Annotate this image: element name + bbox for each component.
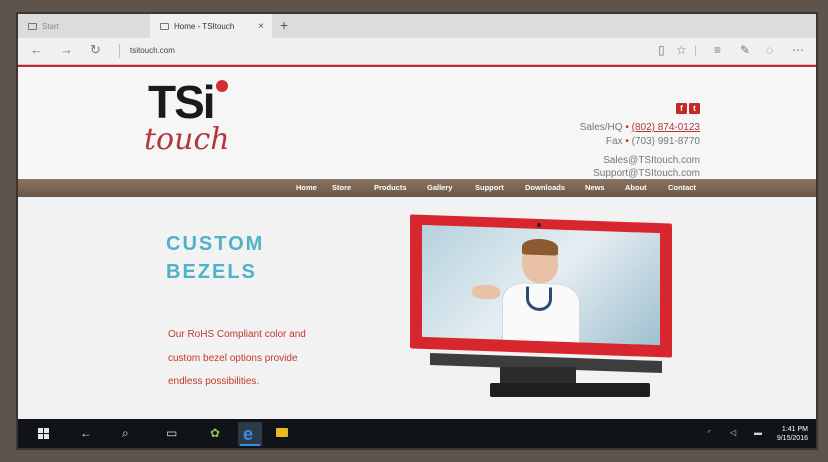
address-input[interactable]: tsitouch.com (130, 46, 175, 55)
favorite-star-icon[interactable]: ☆ (676, 43, 687, 57)
tab-page-icon (28, 22, 37, 30)
nav-about[interactable]: About (625, 183, 647, 192)
volume-icon[interactable]: ◁ (730, 428, 736, 437)
tab-page-icon (160, 22, 169, 30)
stethoscope (526, 286, 552, 312)
sales-phone-link[interactable]: (802) 874-0123 (632, 122, 700, 133)
facebook-icon[interactable]: f (676, 103, 687, 114)
twitter-icon[interactable]: t (689, 103, 700, 114)
more-icon[interactable]: ⋯ (792, 43, 804, 57)
search-icon[interactable]: ⌕ (122, 426, 129, 440)
site-nav: Home Store Products Gallery Support Down… (18, 179, 816, 197)
sales-label: Sales/HQ (579, 122, 623, 133)
divider (119, 44, 120, 58)
logo-text[interactable]: TSi (148, 79, 216, 125)
logo-subtext[interactable]: touch (144, 125, 230, 155)
bullet: • (625, 122, 629, 133)
doctor-hair (522, 238, 558, 256)
time: 1:41 PM (781, 426, 808, 433)
hub-icon[interactable]: ≡ (714, 43, 721, 57)
share-icon[interactable]: ◌ (766, 43, 773, 57)
hero-text-line2: custom bezel options provide (168, 353, 298, 364)
site-header: TSi touch f t Sales/HQ • (802) 874-0123 … (18, 67, 816, 179)
fax-label: Fax (605, 136, 623, 147)
file-explorer-icon[interactable] (276, 428, 288, 437)
monitor-screen (422, 224, 660, 346)
hero-banner: CUSTOM BEZELS Our RoHS Compliant color a… (18, 197, 816, 419)
nav-gallery[interactable]: Gallery (427, 183, 452, 192)
task-view-icon[interactable]: ▭ (166, 426, 177, 440)
start-button[interactable] (38, 428, 50, 440)
contact-fax: Fax • (703) 991-8770 (606, 136, 700, 147)
back-icon[interactable]: ← (30, 42, 43, 58)
bullet: • (625, 136, 629, 147)
taskbar-clock[interactable]: 1:41 PM 9/15/2016 (777, 425, 808, 443)
reading-view-icon[interactable]: ▯ (658, 43, 665, 57)
webcam-dot (537, 223, 541, 227)
address-bar-row: ← → ↻ tsitouch.com ▯ ☆ | ≡ ✎ ◌ ⋯ (18, 38, 816, 65)
tab-label: Start (42, 21, 59, 31)
hero-text-line1: Our RoHS Compliant color and (168, 329, 306, 340)
taskbar: ← ⌕ ▭ ✿ e ◜ ◁ ▬ 1:41 PM 9/15/2016 (18, 419, 816, 448)
notifications-icon[interactable]: ▬ (754, 428, 762, 437)
tab-strip: Start Home - TSItouch × + (18, 14, 816, 38)
refresh-icon[interactable]: ↻ (90, 42, 101, 58)
new-tab-button[interactable]: + (280, 17, 288, 33)
doctor-hand (472, 284, 500, 300)
contact-sales: Sales/HQ • (802) 874-0123 (580, 122, 700, 133)
tab-label: Home - TSItouch (174, 21, 235, 31)
support-email-link[interactable]: Support@TSItouch.com (593, 168, 700, 179)
nav-news[interactable]: News (585, 183, 605, 192)
forward-icon[interactable]: → (60, 42, 73, 58)
nav-products[interactable]: Products (374, 183, 407, 192)
hero-title-line2: BEZELS (166, 261, 257, 283)
tab-start[interactable]: Start (18, 14, 148, 38)
nav-store[interactable]: Store (332, 183, 351, 192)
nav-contact[interactable]: Contact (668, 183, 696, 192)
tab-home-tsitouch[interactable]: Home - TSItouch × (150, 14, 272, 38)
date: 9/15/2016 (776, 435, 808, 442)
hero-text-line3: endless possibilities. (168, 376, 260, 387)
screen: Start Home - TSItouch × + ← → ↻ tsitouch… (18, 14, 816, 448)
nav-support[interactable]: Support (475, 183, 504, 192)
app-icon[interactable]: ✿ (210, 426, 220, 440)
nav-home[interactable]: Home (296, 183, 317, 192)
sales-email-link[interactable]: Sales@TSItouch.com (603, 155, 700, 166)
monitor-stand (490, 383, 650, 397)
hero-title-line1: CUSTOM (166, 233, 265, 255)
logo-dot (216, 80, 228, 92)
fax-phone: (703) 991-8770 (631, 136, 700, 147)
back-icon[interactable]: ← (80, 426, 92, 440)
divider: | (694, 43, 698, 57)
web-note-icon[interactable]: ✎ (740, 43, 750, 57)
wifi-icon[interactable]: ◜ (708, 428, 711, 437)
nav-downloads[interactable]: Downloads (525, 183, 565, 192)
close-icon[interactable]: × (258, 21, 264, 32)
edge-icon[interactable]: e (238, 422, 262, 446)
